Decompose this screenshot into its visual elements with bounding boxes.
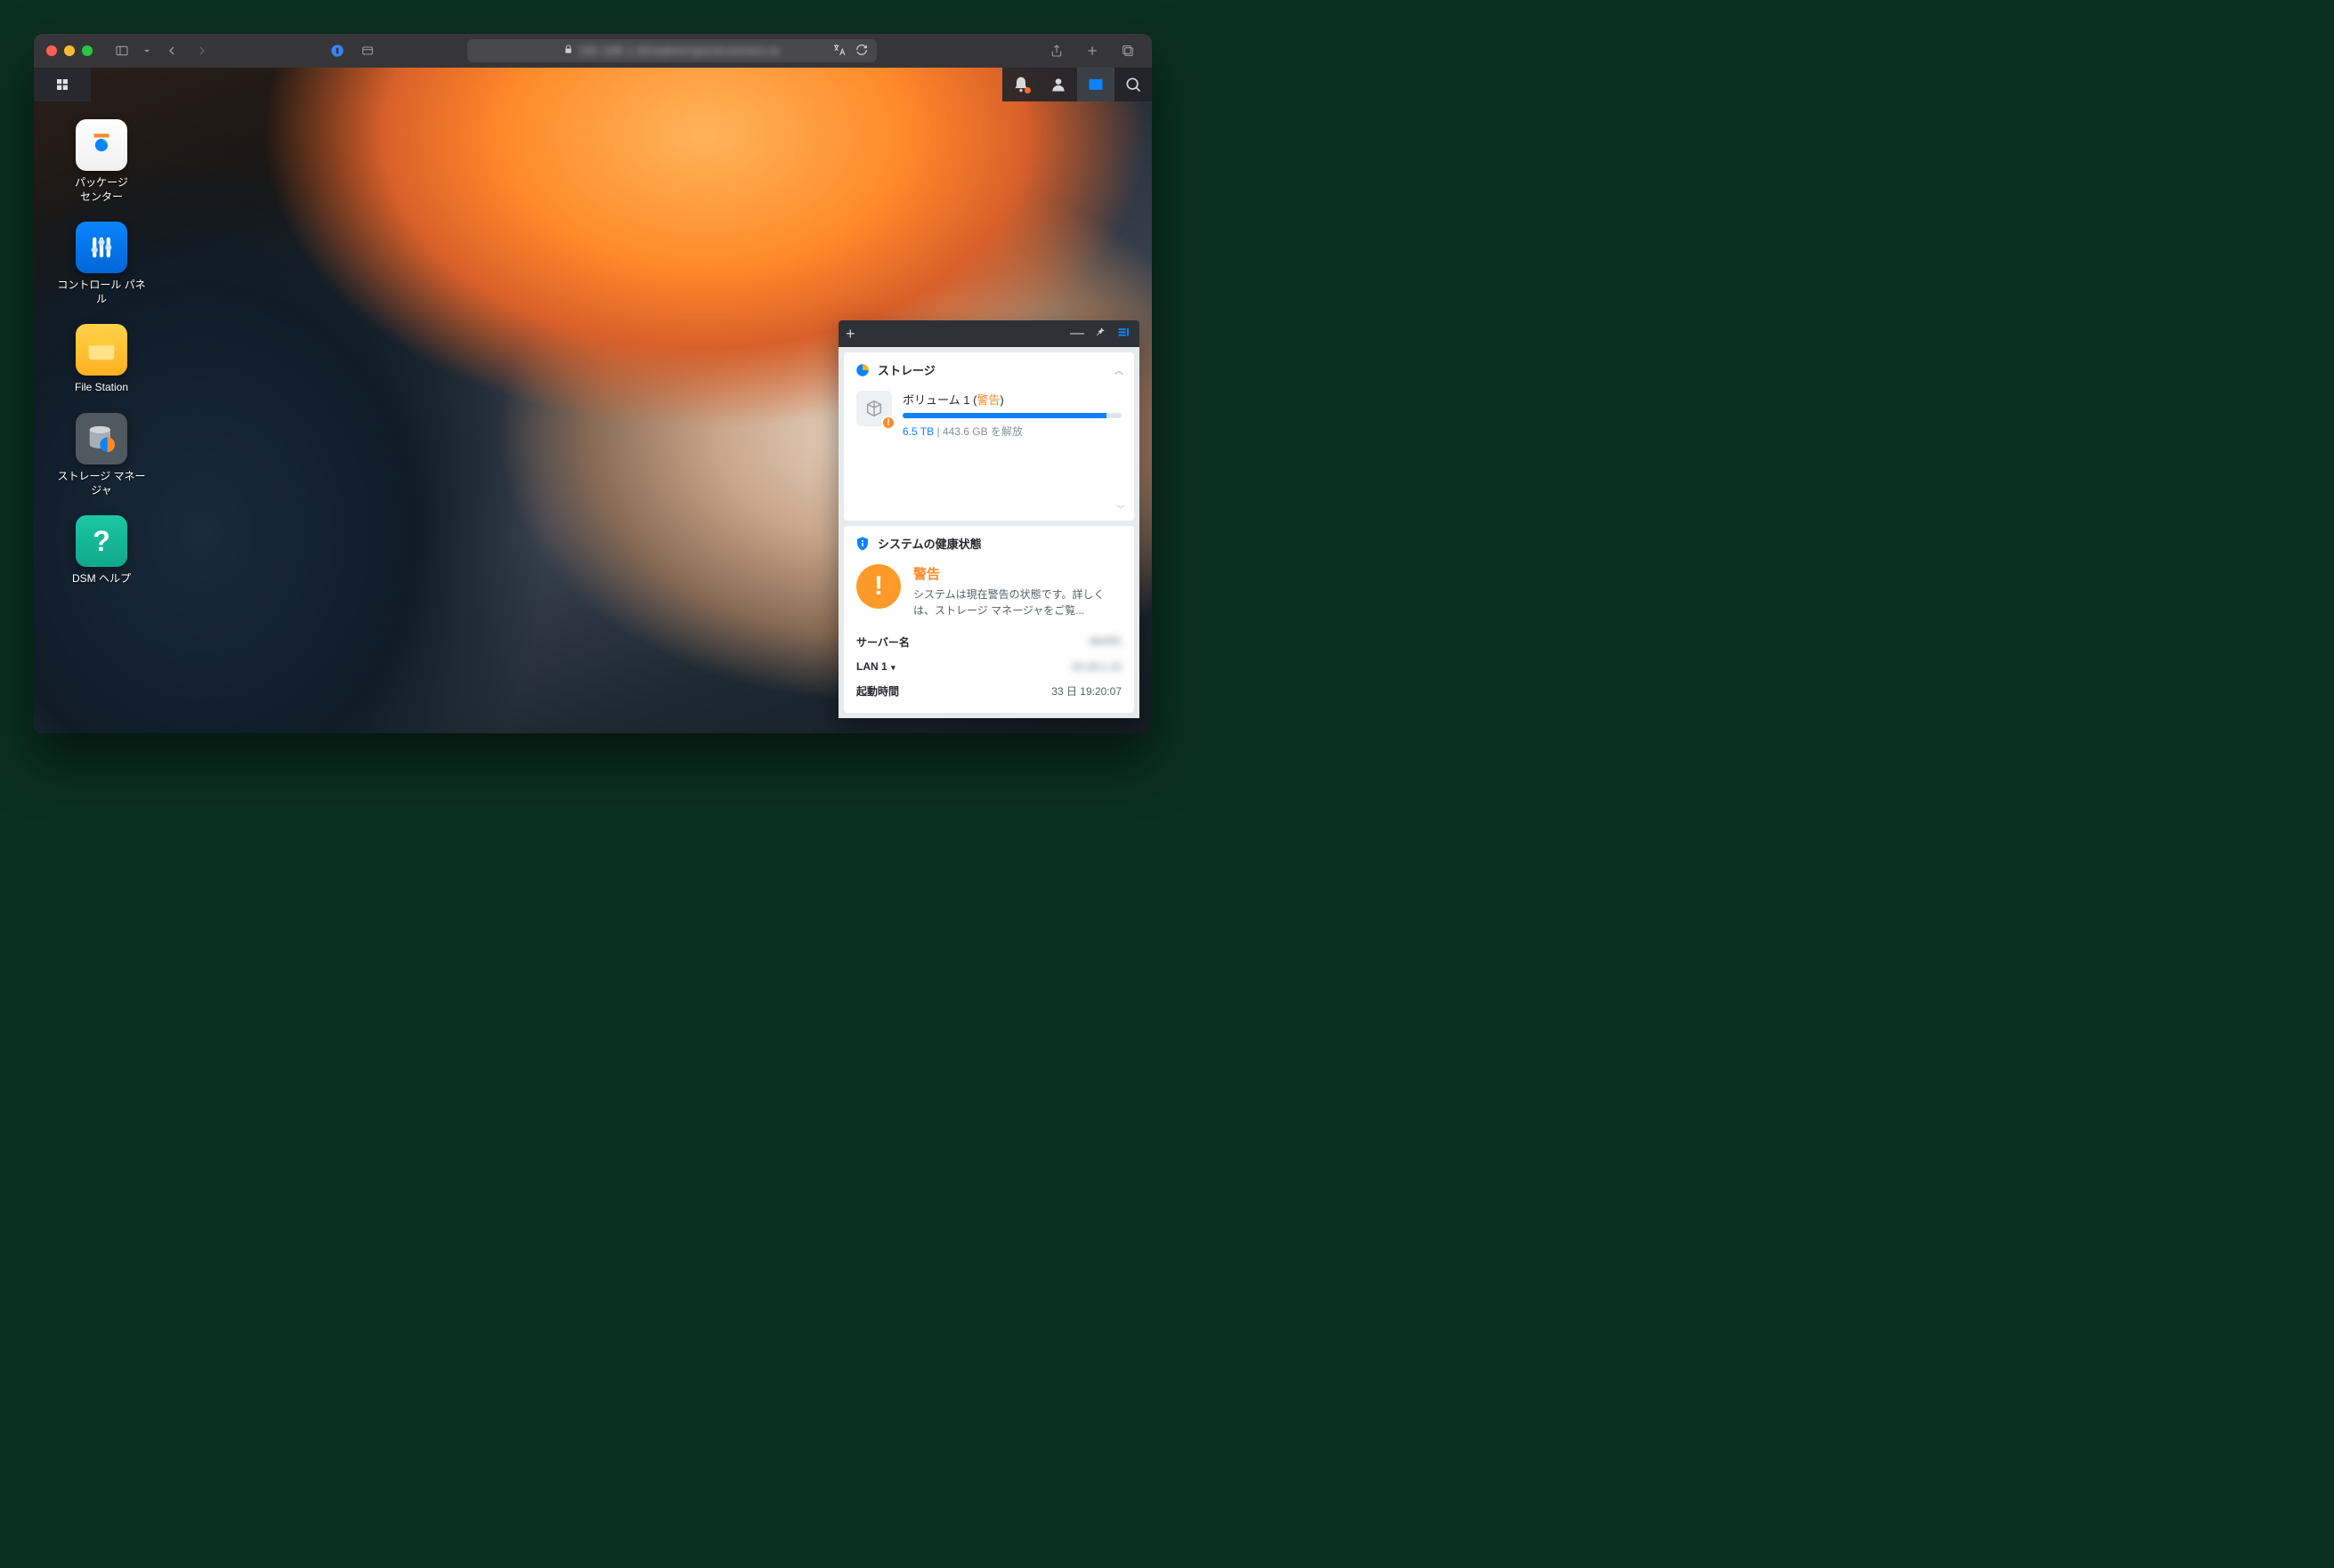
chevron-up-icon[interactable]: ︿	[1114, 363, 1123, 376]
desktop-icon-dsm-help[interactable]: ? DSM ヘルプ	[55, 515, 148, 586]
desktop-icons: パッケージセンター コントロール パネル File Station ストレージ …	[55, 119, 148, 586]
1password-icon[interactable]	[326, 41, 349, 61]
widget-title-row: ストレージ ︿	[844, 352, 1134, 385]
chevron-down-icon: ▾	[889, 663, 896, 672]
volume-usage-bar	[903, 413, 1122, 418]
health-message: システムは現在警告の状態です。詳しくは、ストレージ マネージャをご覧...	[913, 586, 1122, 618]
desktop-icon-control-panel[interactable]: コントロール パネル	[55, 222, 148, 306]
main-menu-button[interactable]	[34, 68, 91, 101]
maximize-window-button[interactable]	[82, 45, 93, 56]
close-window-button[interactable]	[46, 45, 57, 56]
widgets-button[interactable]	[1077, 68, 1114, 101]
storage-widget-title: ストレージ	[878, 361, 936, 378]
lock-icon	[563, 44, 573, 57]
info-row-uptime: 起動時間 33 日 19:20:07	[856, 678, 1122, 704]
chevron-down-icon[interactable]: ﹀	[1116, 502, 1125, 515]
desktop-icon-label: コントロール パネル	[55, 279, 148, 306]
storage-manager-icon	[76, 413, 127, 465]
minimize-window-button[interactable]	[64, 45, 75, 56]
package-center-icon	[76, 119, 127, 171]
health-widget: システムの健康状態 ! 警告 システムは現在警告の状態です。詳しくは、ストレージ…	[844, 526, 1134, 713]
pin-widget-button[interactable]	[1091, 326, 1109, 343]
desktop-icon-label: パッケージセンター	[75, 176, 128, 204]
address-bar[interactable]: 192.168.1.92/admin/quickconnect.to	[467, 39, 877, 62]
file-station-icon	[76, 324, 127, 376]
warning-icon: !	[856, 564, 901, 609]
collapse-widget-button[interactable]	[1114, 325, 1132, 344]
dsm-taskbar	[34, 68, 1152, 101]
desktop-icon-file-station[interactable]: File Station	[55, 324, 148, 395]
browser-titlebar: 192.168.1.92/admin/quickconnect.to	[34, 34, 1152, 68]
widget-panel: + — ストレージ ︿	[839, 320, 1139, 718]
widget-title-row: システムの健康状態	[844, 526, 1134, 559]
widget-panel-body: ストレージ ︿ ! ボリューム 1 (警告)	[839, 347, 1139, 718]
translate-icon[interactable]	[832, 43, 847, 60]
desktop-icon-label: ストレージ マネージャ	[55, 470, 148, 497]
notifications-button[interactable]	[1002, 68, 1040, 101]
search-button[interactable]	[1114, 68, 1152, 101]
reload-icon[interactable]	[855, 44, 868, 59]
volume-name: ボリューム 1 (警告)	[903, 391, 1122, 408]
dsm-desktop: パッケージセンター コントロール パネル File Station ストレージ …	[34, 68, 1152, 733]
notification-badge	[1025, 87, 1031, 93]
browser-window: 192.168.1.92/admin/quickconnect.to	[34, 34, 1152, 733]
desktop-icon-package-center[interactable]: パッケージセンター	[55, 119, 148, 204]
widget-panel-header: + —	[839, 320, 1139, 347]
back-button[interactable]	[160, 41, 183, 61]
dsm-help-icon: ?	[76, 515, 127, 567]
desktop-icon-label: DSM ヘルプ	[72, 572, 131, 586]
reader-icon[interactable]	[356, 41, 379, 61]
tab-dropdown-icon[interactable]	[141, 41, 153, 61]
health-status: 警告	[913, 564, 1122, 583]
info-row-server-name: サーバー名 dsm01	[856, 629, 1122, 655]
volume-usage-fill	[903, 413, 1106, 418]
minimize-widget-button[interactable]: —	[1068, 326, 1086, 342]
forward-button[interactable]	[190, 41, 214, 61]
url-text: 192.168.1.92/admin/quickconnect.to	[579, 44, 781, 57]
info-shield-icon	[855, 536, 871, 552]
share-icon[interactable]	[1045, 41, 1068, 61]
volume-icon: !	[856, 391, 892, 426]
new-tab-icon[interactable]	[1081, 41, 1104, 61]
tabs-overview-icon[interactable]	[1116, 41, 1139, 61]
info-row-lan[interactable]: LAN 1 ▾ 10.18.1.12	[856, 655, 1122, 678]
pie-chart-icon	[855, 362, 871, 378]
sidebar-toggle-icon[interactable]	[110, 41, 134, 61]
user-menu-button[interactable]	[1040, 68, 1077, 101]
health-widget-title: システムの健康状態	[878, 535, 982, 552]
volume-stats: 6.5 TB | 443.6 GB を解放	[903, 424, 1122, 439]
desktop-icon-label: File Station	[75, 381, 128, 395]
add-widget-button[interactable]: +	[846, 325, 855, 344]
storage-widget: ストレージ ︿ ! ボリューム 1 (警告)	[844, 352, 1134, 521]
warning-badge-icon: !	[881, 416, 896, 430]
desktop-icon-storage-manager[interactable]: ストレージ マネージャ	[55, 413, 148, 497]
control-panel-icon	[76, 222, 127, 273]
traffic-lights	[46, 45, 93, 56]
volume-row[interactable]: ! ボリューム 1 (警告) 6.5 TB | 443.6 GB を解放	[844, 385, 1134, 449]
